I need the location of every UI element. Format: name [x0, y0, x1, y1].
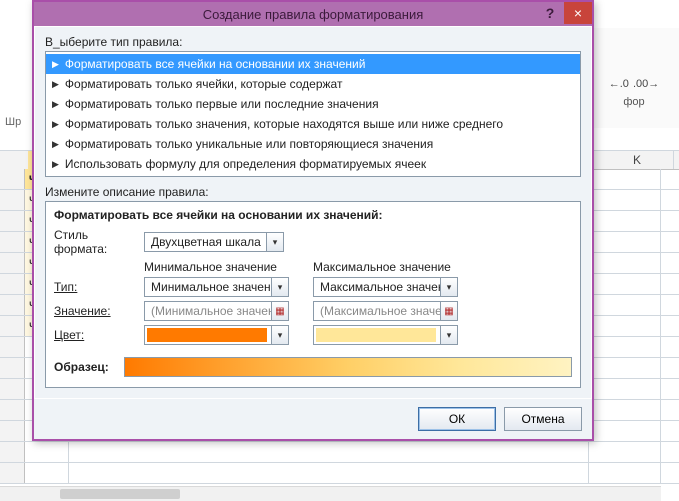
rule-edit-panel: Форматировать все ячейки на основании их… — [45, 201, 581, 388]
rule-type-item[interactable]: ▶ Использовать формулу для определения ф… — [46, 154, 580, 174]
min-value-placeholder: (Минимальное значение — [145, 304, 271, 318]
type-label: Тип: — [54, 280, 144, 294]
rule-type-text: Форматировать только уникальные или повт… — [65, 137, 433, 151]
triangle-icon: ▶ — [52, 79, 59, 90]
edit-rule-description-label: Измените описание правила: — [45, 185, 581, 199]
triangle-icon: ▶ — [52, 59, 59, 70]
chevron-down-icon: ▾ — [271, 326, 288, 344]
min-type-value: Минимальное значение — [145, 280, 271, 294]
triangle-icon: ▶ — [52, 99, 59, 110]
rule-type-list[interactable]: ▶ Форматировать все ячейки на основании … — [45, 51, 581, 177]
rule-type-item[interactable]: ▶ Форматировать только значения, которые… — [46, 114, 580, 134]
format-style-label: Стиль формата: — [54, 228, 144, 256]
triangle-icon: ▶ — [52, 119, 59, 130]
rule-type-text: Форматировать все ячейки на основании их… — [65, 57, 366, 71]
horizontal-scrollbar[interactable] — [0, 486, 661, 501]
min-color-combo[interactable]: ▾ — [144, 325, 289, 345]
max-value-placeholder: (Максимальное значе — [314, 304, 440, 318]
rule-type-text: Форматировать только значения, которые н… — [65, 117, 503, 131]
rule-type-item[interactable]: ▶ Форматировать только уникальные или по… — [46, 134, 580, 154]
minimum-heading: Минимальное значение — [144, 260, 313, 274]
max-type-combo[interactable]: Максимальное значение ▾ — [313, 277, 458, 297]
min-type-combo[interactable]: Минимальное значение ▾ — [144, 277, 289, 297]
color-label: Цвет: — [54, 328, 144, 342]
chevron-down-icon: ▾ — [440, 278, 457, 296]
sample-label: Образец: — [54, 360, 124, 374]
chevron-down-icon: ▾ — [271, 278, 288, 296]
panel-heading: Форматировать все ячейки на основании их… — [54, 208, 572, 222]
chevron-down-icon: ▾ — [266, 233, 283, 251]
dialog-title: Создание правила форматирования — [203, 7, 424, 22]
dialog-titlebar[interactable]: Создание правила форматирования ? × — [34, 2, 592, 26]
close-button[interactable]: × — [564, 2, 592, 24]
chevron-down-icon: ▾ — [440, 326, 457, 344]
format-style-combo[interactable]: Двухцветная шкала ▾ — [144, 232, 284, 252]
scrollbar-thumb[interactable] — [60, 489, 180, 499]
increase-decimal-icon[interactable]: ←.0 — [609, 78, 629, 90]
max-type-value: Максимальное значение — [314, 280, 440, 294]
min-color-swatch — [147, 328, 267, 342]
min-value-input[interactable]: (Минимальное значение ▦ — [144, 301, 289, 321]
max-color-swatch — [316, 328, 436, 342]
maximum-heading: Максимальное значение — [313, 260, 572, 274]
select-rule-type-label: В_ыберите тип правила: — [45, 35, 581, 49]
triangle-icon: ▶ — [52, 159, 59, 170]
max-color-combo[interactable]: ▾ — [313, 325, 458, 345]
ok-button[interactable]: ОК — [418, 407, 496, 431]
rule-type-text: Форматировать только первые или последни… — [65, 97, 379, 111]
triangle-icon: ▶ — [52, 139, 59, 150]
ribbon-section-label: фор — [623, 96, 644, 108]
cancel-button[interactable]: Отмена — [504, 407, 582, 431]
range-select-icon[interactable]: ▦ — [440, 302, 457, 320]
rule-type-item[interactable]: ▶ Форматировать только ячейки, которые с… — [46, 74, 580, 94]
rule-type-text: Форматировать только ячейки, которые сод… — [65, 77, 343, 91]
ribbon-fragment-label: Шр — [5, 116, 21, 128]
rule-type-item[interactable]: ▶ Форматировать все ячейки на основании … — [46, 54, 580, 74]
rule-type-item[interactable]: ▶ Форматировать только первые или послед… — [46, 94, 580, 114]
ribbon-fragment: ←.0 .00→ фор — [588, 28, 679, 128]
dialog-footer: ОК Отмена — [34, 399, 592, 439]
range-select-icon[interactable]: ▦ — [271, 302, 288, 320]
preview-gradient — [124, 357, 572, 377]
value-label: Значение: — [54, 304, 144, 318]
format-style-value: Двухцветная шкала — [145, 235, 266, 249]
new-formatting-rule-dialog: Создание правила форматирования ? × В_ыб… — [32, 0, 594, 441]
column-header-k[interactable]: K — [601, 151, 674, 169]
rule-type-text: Использовать формулу для определения фор… — [65, 157, 426, 171]
decrease-decimal-icon[interactable]: .00→ — [633, 78, 659, 90]
max-value-input[interactable]: (Максимальное значе ▦ — [313, 301, 458, 321]
help-button[interactable]: ? — [536, 2, 564, 24]
